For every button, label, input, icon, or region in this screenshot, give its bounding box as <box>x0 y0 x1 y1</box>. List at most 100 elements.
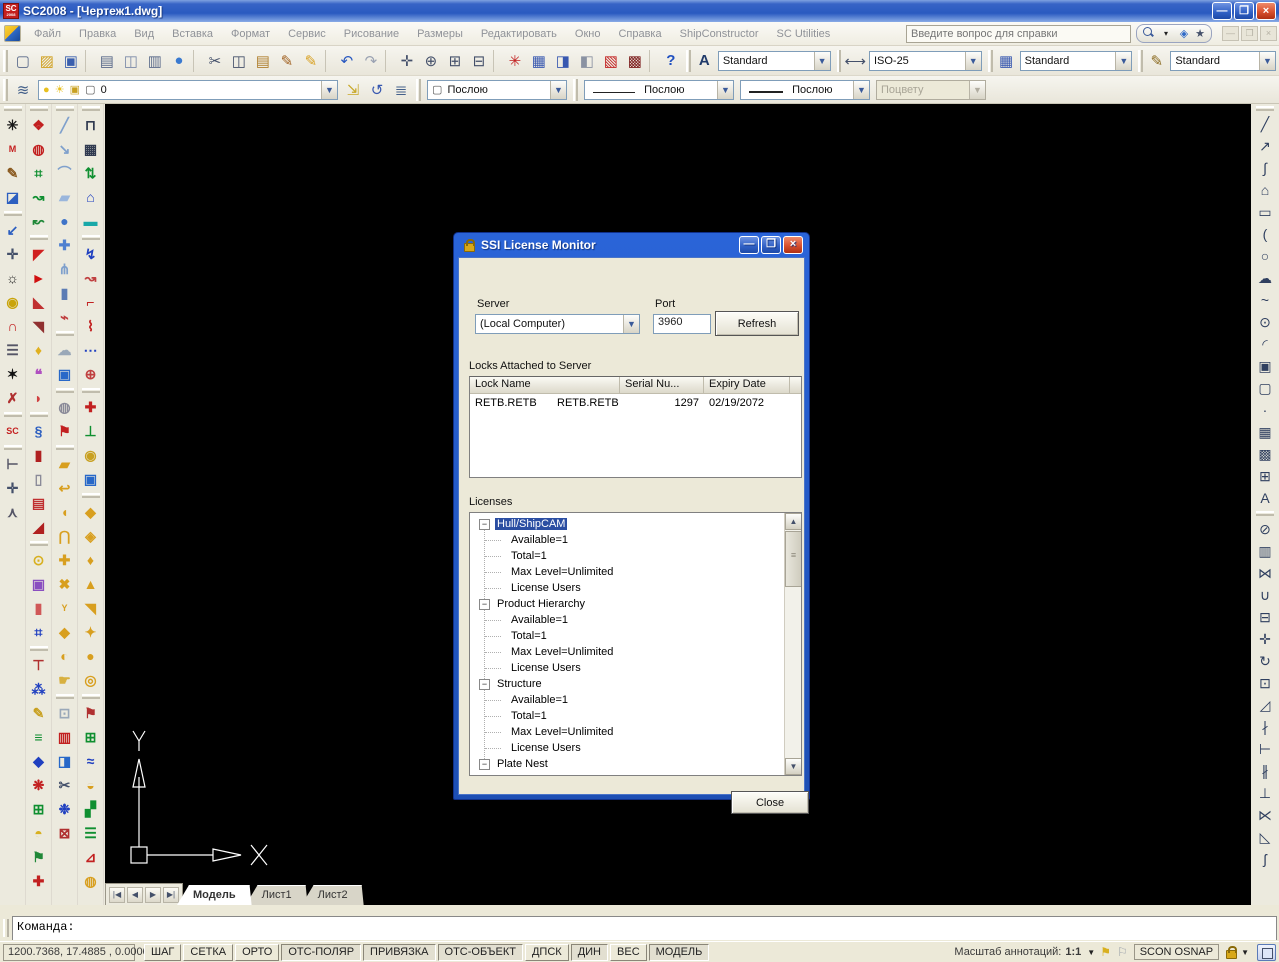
point-icon[interactable]: · <box>1253 399 1277 421</box>
command-grip[interactable] <box>3 919 9 937</box>
sc-tool-icon[interactable]: ⁂ <box>27 677 51 701</box>
port-input[interactable]: 3960 <box>653 314 711 334</box>
sc-tool-icon[interactable]: ▞ <box>79 797 103 821</box>
toolbar-grip[interactable] <box>686 50 691 72</box>
toolbar-grip[interactable] <box>1256 511 1274 516</box>
chevron-down-icon[interactable]: ▼ <box>623 315 639 333</box>
sc-tool-icon[interactable]: ◓ <box>27 821 51 845</box>
tree-leaf-label[interactable]: License Users <box>511 582 581 594</box>
toolbar-grip[interactable] <box>573 79 578 101</box>
next-tab-icon[interactable]: ▶ <box>145 887 161 903</box>
toolbar-grip[interactable] <box>82 235 100 240</box>
toolbar-grip[interactable] <box>56 445 74 450</box>
sc-tool-icon[interactable]: ⌂ <box>79 185 103 209</box>
layer-combo[interactable]: ● ☀ ▣ ▢ 0 ▼ <box>38 80 338 100</box>
sc-tool-icon[interactable]: ⋔ <box>53 257 77 281</box>
sc-tool-icon[interactable]: ⊥ <box>79 419 103 443</box>
tree-node-label[interactable]: Hull/ShipCAM <box>495 518 567 530</box>
dbconnect-icon[interactable]: ◨ <box>551 49 575 73</box>
pan-icon[interactable]: ✛ <box>395 49 419 73</box>
close-button[interactable]: × <box>1256 2 1276 20</box>
menu-item[interactable]: Правка <box>70 25 125 43</box>
tree-leaf-label[interactable]: Total=1 <box>511 710 547 722</box>
toolbar-grip[interactable] <box>416 79 421 101</box>
tree-leaf-label[interactable]: Total=1 <box>511 630 547 642</box>
layer-previous-icon[interactable]: ↺ <box>365 78 389 102</box>
mirror-icon[interactable]: ⋈ <box>1253 562 1277 584</box>
copy-icon[interactable]: ◫ <box>227 49 251 73</box>
toolbar-grip[interactable] <box>1138 50 1143 72</box>
dwf-globe-icon[interactable]: ● <box>167 49 191 73</box>
linetype-combo[interactable]: Послою ▼ <box>584 80 734 100</box>
sc-tool-icon[interactable]: ✚ <box>53 548 77 572</box>
sc-tool-icon[interactable]: ⊕ <box>79 362 103 386</box>
zoom-previous-icon[interactable]: ⊟ <box>467 49 491 73</box>
status-toggle[interactable]: ОТС-ОБЪЕКТ <box>438 944 523 961</box>
plot-icon[interactable]: ▤ <box>95 49 119 73</box>
toolbar-grip[interactable] <box>82 493 100 498</box>
sc-tool-icon[interactable]: ♦ <box>79 548 103 572</box>
toolbar-grip[interactable] <box>30 646 48 651</box>
mleader-style-combo[interactable]: Standard▼ <box>1170 51 1276 71</box>
rotate-icon[interactable]: ↻ <box>1253 650 1277 672</box>
sc-tool-icon[interactable]: ◉ <box>79 443 103 467</box>
hatch-icon[interactable]: ▦ <box>1253 421 1277 443</box>
sc-tool-icon[interactable]: ◎ <box>79 668 103 692</box>
status-toggle[interactable]: ОТС-ПОЛЯР <box>281 944 361 961</box>
sc-tool-icon[interactable]: ≈ <box>79 749 103 773</box>
menu-item[interactable]: Рисование <box>335 25 408 43</box>
sc-tool-icon[interactable]: ╱ <box>53 113 77 137</box>
dialog-minimize-button[interactable]: — <box>739 236 759 254</box>
toolbar-grip[interactable] <box>82 388 100 393</box>
smart-brush-icon[interactable]: ✎ <box>299 49 323 73</box>
tree-node-label[interactable]: Structure <box>495 678 544 690</box>
sc-tool-icon[interactable]: ↜ <box>27 209 51 233</box>
sc-tool-icon[interactable]: ✛ <box>1 476 25 500</box>
locks-list[interactable]: Lock Name Serial Nu... Expiry Date RETB.… <box>469 376 802 478</box>
calculator-icon[interactable]: ▩ <box>623 49 647 73</box>
tree-leaf-label[interactable]: License Users <box>511 662 581 674</box>
sc-tool-icon[interactable]: ✖ <box>53 572 77 596</box>
sc-tool-icon[interactable]: ⊞ <box>79 725 103 749</box>
dim-style-combo[interactable]: ISO-25▼ <box>869 51 982 71</box>
save-icon[interactable]: ▣ <box>59 49 83 73</box>
sc-tool-icon[interactable]: ► <box>27 266 51 290</box>
sc-tool-icon[interactable]: ● <box>79 644 103 668</box>
text-icon[interactable]: A <box>1253 487 1277 509</box>
coordinates-readout[interactable]: 1200.7368, 17.4885 , 0.0000 <box>3 944 135 961</box>
sc-tool-icon[interactable]: ◗ <box>27 386 51 410</box>
collapse-icon[interactable]: − <box>479 599 490 610</box>
chevron-down-icon[interactable]: ▼ <box>717 81 733 99</box>
sc-tool-icon[interactable]: ◈ <box>79 524 103 548</box>
offset-icon[interactable]: ∪ <box>1253 584 1277 606</box>
sc-tool-icon[interactable]: ⚑ <box>79 701 103 725</box>
publish-icon[interactable]: ▥ <box>143 49 167 73</box>
menu-item[interactable]: Справка <box>609 25 670 43</box>
fillet-icon[interactable]: ʃ <box>1253 848 1277 870</box>
sc-tool-icon[interactable]: ▣ <box>79 467 103 491</box>
sc-tool-icon[interactable]: ◍ <box>53 395 77 419</box>
erase-icon[interactable]: ⊘ <box>1253 518 1277 540</box>
tree-leaf-label[interactable]: Available=1 <box>511 694 568 706</box>
sc-tool-icon[interactable]: ◪ <box>1 185 25 209</box>
server-combo[interactable]: (Local Computer) ▼ <box>475 314 640 334</box>
sc-tool-icon[interactable]: ✦ <box>79 620 103 644</box>
tree-row[interactable]: License Users <box>470 660 784 676</box>
minimize-button[interactable]: — <box>1212 2 1232 20</box>
copy-object-icon[interactable]: ▥ <box>1253 540 1277 562</box>
menu-item[interactable]: Сервис <box>279 25 335 43</box>
menu-item[interactable]: Файл <box>25 25 70 43</box>
sc-tool-icon[interactable]: ✎ <box>27 701 51 725</box>
sc-tool-icon[interactable]: ⌗ <box>27 161 51 185</box>
toolbar-grip[interactable] <box>30 106 48 111</box>
line-icon[interactable]: ╱ <box>1253 113 1277 135</box>
sc-tool-icon[interactable]: ↘ <box>53 137 77 161</box>
tree-leaf-label[interactable]: License Users <box>511 742 581 754</box>
tree-row[interactable]: License Users <box>470 580 784 596</box>
chevron-down-icon[interactable]: ▼ <box>1241 948 1249 957</box>
tree-row[interactable]: Available=1 <box>470 532 784 548</box>
sc-tool-icon[interactable]: ◥ <box>27 314 51 338</box>
match-properties-icon[interactable]: ✎ <box>275 49 299 73</box>
layout-tab[interactable]: Лист2 <box>302 885 364 905</box>
stretch-icon[interactable]: ◿ <box>1253 694 1277 716</box>
